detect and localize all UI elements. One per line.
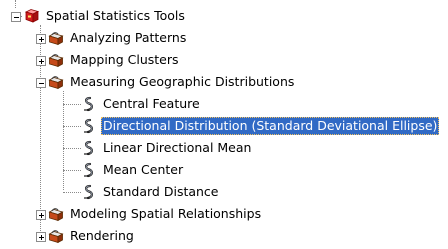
tree-guide-line [63,126,81,127]
tree-item-central-feature[interactable]: Central Feature [81,93,202,115]
toolbox-icon [48,52,64,68]
collapse-toggle-measuring-geographic-distributions[interactable] [36,78,46,88]
toolbox-icon [48,74,64,90]
tree-guide-line [63,192,81,193]
expand-toggle-mapping-clusters[interactable] [36,56,46,66]
tree-guide-line [63,170,81,171]
tree-item-label: Spatial Statistics Tools [46,8,185,23]
tree-item-linear-directional-mean[interactable]: Linear Directional Mean [81,137,253,159]
script-tool-icon [81,96,97,112]
tree-guide-line [63,104,81,105]
tree-item-label: Standard Distance [103,184,219,199]
tree-item-label: Modeling Spatial Relationships [70,206,262,221]
tree-item-label: Mean Center [103,162,184,177]
tree-item-directional-distribution[interactable]: Directional Distribution (Standard Devia… [81,115,440,137]
script-tool-icon [81,162,97,178]
tree-item-label: Mapping Clusters [70,52,179,67]
tree-guide-line [63,91,64,190]
expand-toggle-rendering[interactable] [36,232,46,242]
tree-item-analyzing-patterns[interactable]: Analyzing Patterns [48,27,188,49]
tree-item-rendering[interactable]: Rendering [48,225,136,247]
tree-item-label: Analyzing Patterns [70,30,187,45]
tree-item-spatial-statistics-tools[interactable]: Spatial Statistics Tools [24,5,187,27]
expand-toggle-analyzing-patterns[interactable] [36,34,46,44]
script-tool-icon [81,118,97,134]
tree-item-measuring-geographic-distributions[interactable]: Measuring Geographic Distributions [48,71,296,93]
toolbox-icon [48,206,64,222]
toolbox-icon [48,228,64,244]
tree-item-mean-center[interactable]: Mean Center [81,159,185,181]
script-tool-icon [81,184,97,200]
tree-item-label: Measuring Geographic Distributions [70,74,295,89]
toolbox-tree: Spatial Statistics Tools Analyzing Patte… [0,0,448,249]
script-tool-icon [81,140,97,156]
tree-item-label: Central Feature [103,96,200,111]
tree-item-label-selected: Directional Distribution (Standard Devia… [101,117,440,135]
toolbox-icon [48,30,64,46]
tree-guide-line [63,148,81,149]
red-toolbox-icon [24,8,40,24]
tree-guide-line [15,0,16,8]
tree-item-modeling-spatial-relationships[interactable]: Modeling Spatial Relationships [48,203,263,225]
collapse-toggle-spatial-statistics-tools[interactable] [11,12,21,22]
tree-item-label: Rendering [70,228,134,243]
tree-item-label: Linear Directional Mean [103,140,252,155]
tree-item-mapping-clusters[interactable]: Mapping Clusters [48,49,181,71]
tree-item-standard-distance[interactable]: Standard Distance [81,181,221,203]
expand-toggle-modeling-spatial-relationships[interactable] [36,210,46,220]
